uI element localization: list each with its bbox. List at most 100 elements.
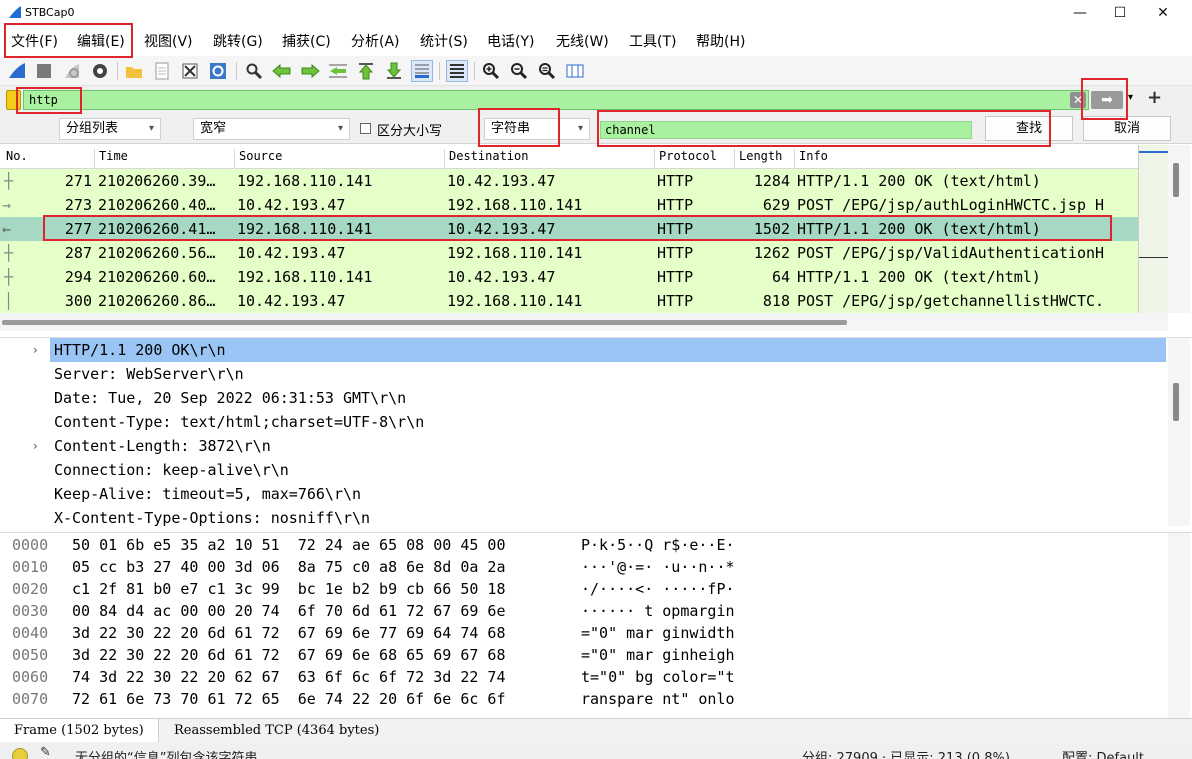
hex-bytes: 50 01 6b e5 35 a2 10 51 72 24 ae 65 08 0… [72,536,506,554]
find-packet-bar: 分组列表 ▾ 宽窄 ▾ 区分大小写 字符串 ▾ channel 查找 取消 [0,114,1192,144]
display-filter-input[interactable]: http [23,90,1089,110]
col-info[interactable]: Info [794,149,828,169]
colorize-icon[interactable] [446,60,468,82]
menu-file[interactable]: 文件(F) [11,31,58,51]
detail-line-status[interactable]: HTTP/1.1 200 OK\r\n [50,338,1166,362]
col-destination[interactable]: Destination [444,149,528,169]
find-packet-icon[interactable] [243,60,265,82]
chevron-down-icon[interactable]: ▾ [1128,92,1133,103]
menu-edit[interactable]: 编辑(E) [77,31,125,51]
resize-columns-icon[interactable] [564,60,586,82]
menu-view[interactable]: 视图(V) [144,31,193,51]
first-packet-icon[interactable] [355,60,377,82]
packet-row[interactable]: │ 300 210206260.86… 10.42.193.47 192.168… [0,289,1138,313]
reload-icon[interactable] [207,60,229,82]
hex-ascii: ="0" mar ginheigh [581,646,735,664]
packet-bytes-pane: 0000 50 01 6b e5 35 a2 10 51 72 24 ae 65 … [0,532,1192,719]
col-length[interactable]: Length [734,149,782,169]
close-file-icon[interactable] [179,60,201,82]
options-gear-icon[interactable] [89,60,111,82]
detail-line[interactable]: Server: WebServer\r\n [50,362,1166,386]
profile-indicator[interactable]: 配置: Default [1062,747,1144,759]
detail-line[interactable]: Content-Type: text/html;charset=UTF-8\r\… [50,410,1166,434]
stop-icon[interactable] [33,60,55,82]
tab-frame[interactable]: Frame (1502 bytes) [0,719,159,743]
hex-bytes: 05 cc b3 27 40 00 3d 06 8a 75 c0 a8 6e 8… [72,558,506,576]
packet-row-selected[interactable]: ← 277 210206260.41… 192.168.110.141 10.4… [0,217,1138,241]
minimize-button[interactable]: — [1058,0,1102,26]
menu-wireless[interactable]: 无线(W) [556,31,609,51]
menu-bar: 文件(F) 编辑(E) 视图(V) 跳转(G) 捕获(C) 分析(A) 统计(S… [0,26,1192,56]
cell-time: 210206260.86… [98,292,216,310]
edit-comment-icon[interactable]: ✎ [40,745,51,759]
menu-statistics[interactable]: 统计(S) [420,31,468,51]
close-button[interactable]: ✕ [1141,0,1185,26]
menu-tools[interactable]: 工具(T) [629,31,676,51]
bytes-vscrollbar[interactable] [1168,533,1190,719]
charset-select[interactable]: 宽窄 ▾ [193,118,350,140]
chevron-right-icon[interactable]: › [33,338,38,362]
restart-icon[interactable] [61,60,83,82]
packet-list-vscrollbar[interactable] [1168,145,1190,313]
detail-line[interactable]: X-Content-Type-Options: nosniff\r\n [50,506,1166,526]
cell-destination: 192.168.110.141 [447,244,583,262]
case-sensitive-label: 区分大小写 [377,124,443,139]
detail-line[interactable]: Date: Tue, 20 Sep 2022 06:31:53 GMT\r\n [50,386,1166,410]
packet-row[interactable]: ┼ 294 210206260.60… 192.168.110.141 10.4… [0,265,1138,289]
expert-info-icon[interactable] [12,748,28,759]
col-protocol[interactable]: Protocol [654,149,717,169]
detail-line[interactable]: Content-Length: 3872\r\n [50,434,1166,458]
case-sensitive-checkbox[interactable] [360,123,371,134]
go-back-icon[interactable] [271,60,293,82]
packet-list: No. Time Source Destination Protocol Len… [0,145,1192,331]
find-button[interactable]: 查找 [985,116,1073,141]
col-no[interactable]: No. [2,149,28,169]
col-time[interactable]: Time [94,149,128,169]
save-file-icon[interactable] [151,60,173,82]
menu-help[interactable]: 帮助(H) [696,31,745,51]
search-type-select[interactable]: 字符串 ▾ [484,118,590,140]
menu-analyze[interactable]: 分析(A) [351,31,400,51]
go-to-packet-icon[interactable] [327,60,349,82]
menu-capture[interactable]: 捕获(C) [282,31,331,51]
cell-protocol: HTTP [657,244,694,262]
maximize-button[interactable]: ☐ [1098,0,1142,26]
details-vscrollbar[interactable] [1168,338,1190,526]
open-folder-icon[interactable] [123,60,145,82]
cell-destination: 192.168.110.141 [447,196,583,214]
detail-line[interactable]: Connection: keep-alive\r\n [50,458,1166,482]
apply-filter-arrow-icon[interactable]: ➡ [1091,91,1123,109]
auto-scroll-icon[interactable] [411,60,433,82]
cell-info: HTTP/1.1 200 OK (text/html) [797,220,1041,238]
go-forward-icon[interactable] [299,60,321,82]
last-packet-icon[interactable] [383,60,405,82]
packet-minimap[interactable] [1138,145,1169,313]
scroll-thumb[interactable] [1173,383,1179,421]
chevron-down-icon: ▾ [148,123,154,134]
normal-size-icon[interactable] [536,60,558,82]
hex-offset: 0010 [12,558,49,576]
cancel-button[interactable]: 取消 [1083,116,1171,141]
search-scope-select[interactable]: 分组列表 ▾ [59,118,161,140]
bookmark-icon[interactable] [6,90,21,110]
detail-line[interactable]: Keep-Alive: timeout=5, max=766\r\n [50,482,1166,506]
packet-row[interactable]: ┼ 287 210206260.56… 10.42.193.47 192.168… [0,241,1138,265]
zoom-in-icon[interactable] [480,60,502,82]
clear-filter-icon[interactable]: ✕ [1070,92,1086,108]
scroll-thumb[interactable] [2,320,847,325]
packet-list-hscrollbar[interactable] [0,313,1168,331]
menu-telephony[interactable]: 电话(Y) [487,31,534,51]
cell-info: POST /EPG/jsp/ValidAuthenticationH [797,244,1105,262]
tab-reassembled-tcp[interactable]: Reassembled TCP (4364 bytes) [160,719,393,743]
shark-fin-icon[interactable] [6,60,28,82]
col-source[interactable]: Source [234,149,282,169]
add-filter-button[interactable]: + [1147,87,1162,108]
scroll-thumb[interactable] [1173,163,1179,197]
packet-row[interactable]: ┼ 271 210206260.39… 192.168.110.141 10.4… [0,169,1138,193]
zoom-out-icon[interactable] [508,60,530,82]
packet-row[interactable]: → 273 210206260.40… 10.42.193.47 192.168… [0,193,1138,217]
cell-source: 192.168.110.141 [237,268,373,286]
chevron-right-icon[interactable]: › [33,434,38,458]
search-string-input[interactable]: channel [600,121,972,139]
menu-go[interactable]: 跳转(G) [213,31,263,51]
